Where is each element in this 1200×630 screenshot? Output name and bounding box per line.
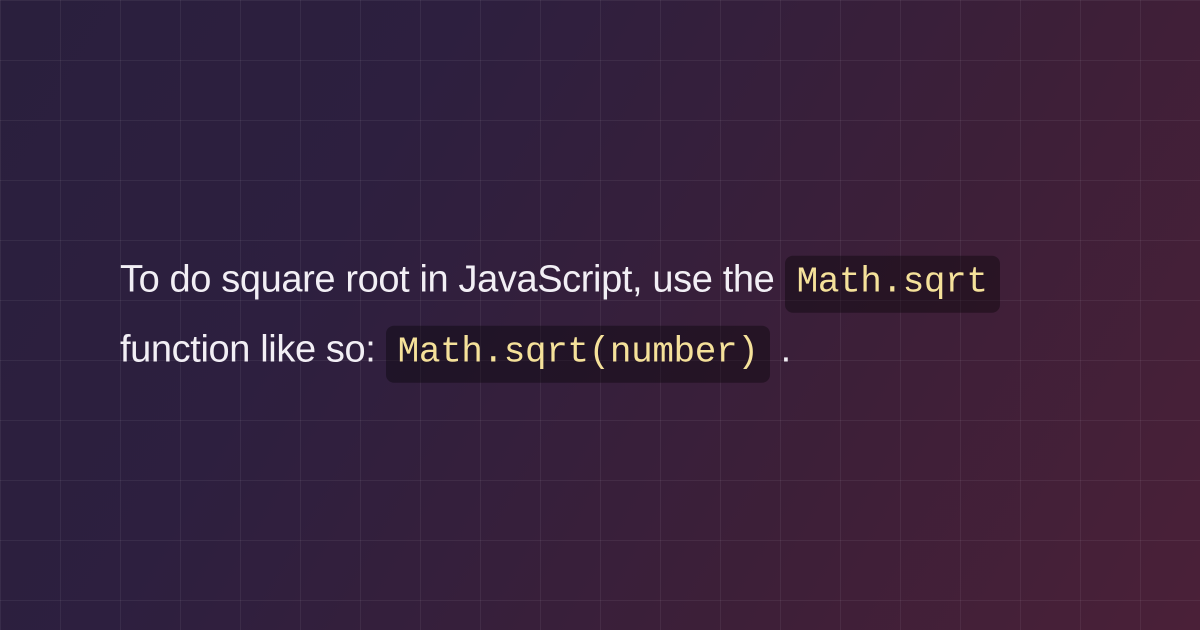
inline-code-2: Math.sqrt(number) [386, 326, 771, 383]
snippet-text-2: function like so: [120, 329, 386, 371]
snippet-text-3: . [781, 329, 791, 371]
inline-code-1: Math.sqrt [785, 256, 1000, 313]
snippet-paragraph: To do square root in JavaScript, use the… [120, 245, 1080, 386]
snippet-text-1: To do square root in JavaScript, use the [120, 259, 785, 301]
